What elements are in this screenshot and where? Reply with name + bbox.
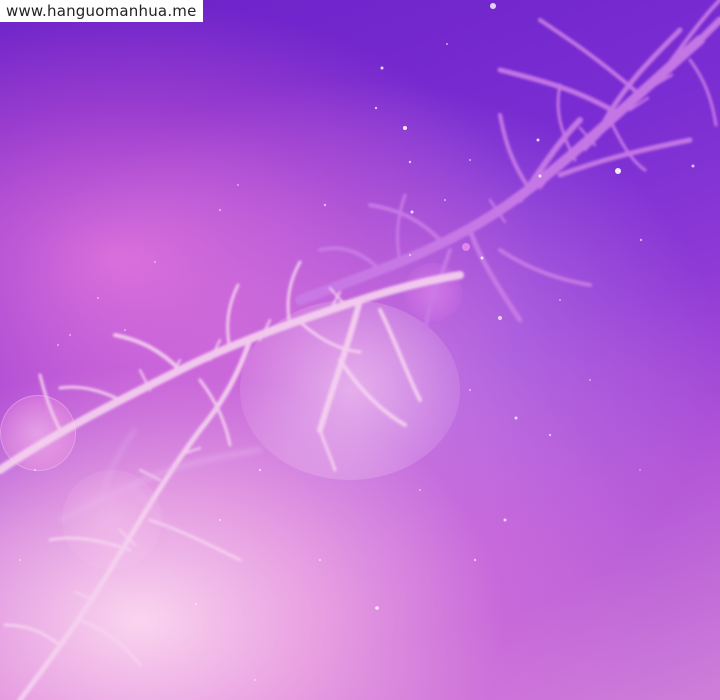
thorny-branches [0, 0, 720, 700]
site-watermark: www.hanguomanhua.me [0, 0, 203, 22]
upper-branch [295, 0, 720, 332]
sparkles [19, 3, 695, 681]
illustration-scene: www.hanguomanhua.me [0, 0, 720, 700]
lower-branch [0, 260, 464, 700]
